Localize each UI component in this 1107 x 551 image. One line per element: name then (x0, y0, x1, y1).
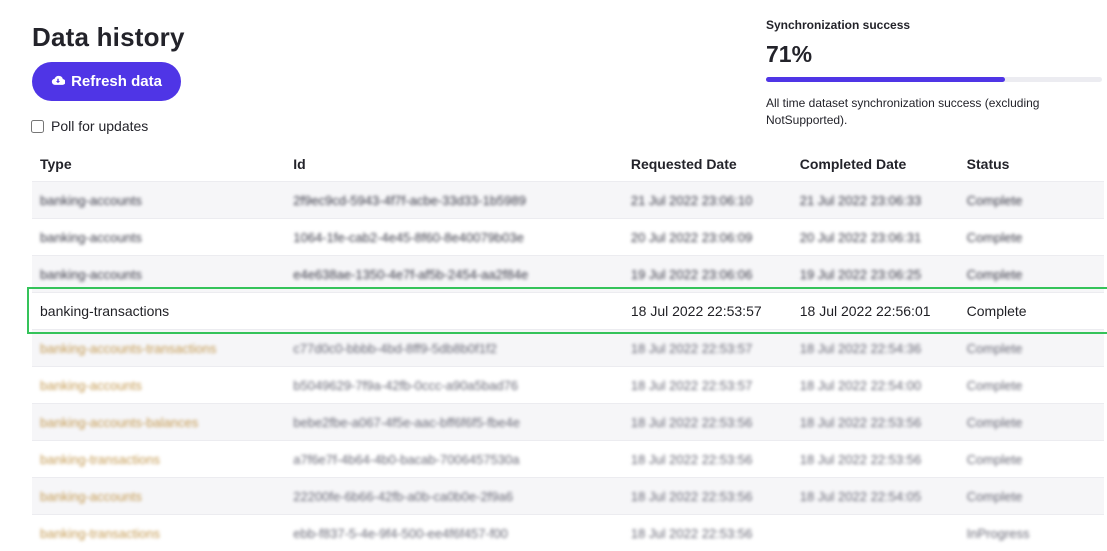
column-header-completed-date[interactable]: Completed Date (792, 156, 959, 172)
status-cell: Complete (966, 488, 1023, 504)
table-row[interactable]: banking-transactions ebb-f837-5-4e-9f4-50… (32, 514, 1104, 551)
table-body: banking-accounts 2f9ec9cd-5943-4f7f-acbe-… (27, 181, 1107, 551)
requested-date-cell: 19 Jul 2022 23:06:06 (630, 266, 753, 282)
completed-date-cell: 18 Jul 2022 22:54:05 (799, 488, 922, 504)
status-cell: InProgress (966, 525, 1030, 541)
requested-date-cell: 20 Jul 2022 23:06:09 (630, 229, 753, 245)
requested-date-cell: 18 Jul 2022 22:53:56 (630, 451, 753, 467)
column-header-id[interactable]: Id (285, 156, 623, 172)
status-cell: Complete (966, 451, 1023, 467)
completed-date-cell: 18 Jul 2022 22:53:56 (799, 414, 922, 430)
status-cell: Complete (966, 340, 1023, 356)
status-cell: Complete (966, 414, 1023, 430)
sync-success-value: 71% (766, 41, 813, 67)
page-title: Data history (32, 22, 185, 52)
status-cell: Complete (966, 266, 1023, 282)
cloud-download-icon (51, 73, 66, 91)
id-cell: e4e638ae-1350-4e7f-af5b-2454-aa2f84e (293, 266, 529, 282)
requested-date-cell: 18 Jul 2022 22:53:57 (630, 303, 762, 319)
id-cell: c77d0c0-bbbb-4bd-8ff9-5db8b0f1f2 (293, 340, 497, 356)
sync-success-panel: Synchronization success 71% All time dat… (766, 18, 1102, 129)
table-row[interactable]: banking-accounts 1064-1fe-cab2-4e45-8f60-… (32, 218, 1104, 255)
table-row[interactable]: banking-accounts 2f9ec9cd-5943-4f7f-acbe-… (32, 181, 1104, 218)
completed-date-cell: 21 Jul 2022 23:06:33 (799, 192, 922, 208)
column-header-status[interactable]: Status (959, 156, 1104, 172)
poll-for-updates-label: Poll for updates (51, 118, 149, 134)
table-row[interactable]: banking-accounts-balances bebe2fbe-a067-4… (32, 403, 1104, 440)
status-cell: Complete (966, 229, 1023, 245)
id-cell: 2f9ec9cd-5943-4f7f-acbe-33d33-1b5989 (293, 192, 526, 208)
completed-date-cell: 19 Jul 2022 23:06:25 (799, 266, 922, 282)
column-header-type[interactable]: Type (32, 156, 285, 172)
requested-date-cell: 18 Jul 2022 22:53:57 (630, 377, 753, 393)
type-cell: banking-accounts (40, 229, 142, 245)
completed-date-cell: 18 Jul 2022 22:56:01 (799, 303, 931, 319)
type-cell: banking-transactions (40, 525, 160, 541)
type-cell: banking-accounts (40, 488, 142, 504)
type-cell: banking-accounts-balances (40, 414, 199, 430)
table-row[interactable]: banking-transactions a7f6e7f-4b64-4b0-bac… (32, 440, 1104, 477)
refresh-data-label: Refresh data (71, 73, 162, 90)
id-cell: b5049629-7f9a-42fb-0ccc-a90a5bad76 (293, 377, 519, 393)
poll-for-updates-checkbox[interactable] (31, 119, 44, 133)
completed-date-cell: 18 Jul 2022 22:54:00 (799, 377, 922, 393)
id-cell: 1064-1fe-cab2-4e45-8f60-8e40079b03e (293, 229, 524, 245)
table-row[interactable]: banking-transactions 18 Jul 2022 22:53:57… (27, 287, 1107, 334)
sync-success-description: All time dataset synchronization success… (766, 96, 1040, 127)
data-history-table: Type Id Requested Date Completed Date St… (27, 146, 1107, 551)
column-header-requested-date[interactable]: Requested Date (623, 156, 792, 172)
type-cell: banking-accounts (40, 266, 142, 282)
id-cell: bebe2fbe-a067-4f5e-aac-bff6f6f5-fbe4e (293, 414, 520, 430)
type-cell: banking-accounts-transactions (40, 340, 217, 356)
status-cell: Complete (966, 192, 1023, 208)
id-cell: ebb-f837-5-4e-9f4-500-ee4f6f457-f00 (293, 525, 508, 541)
id-cell: a7f6e7f-4b64-4b0-bacab-7006457530a (293, 451, 520, 467)
requested-date-cell: 18 Jul 2022 22:53:56 (630, 488, 753, 504)
completed-date-cell: 20 Jul 2022 23:06:31 (799, 229, 922, 245)
type-cell: banking-transactions (40, 451, 160, 467)
requested-date-cell: 18 Jul 2022 22:53:56 (630, 525, 753, 541)
table-row[interactable]: banking-accounts e4e638ae-1350-4e7f-af5b-… (32, 255, 1104, 292)
type-cell: banking-transactions (40, 303, 170, 319)
sync-progress-bar (766, 77, 1102, 82)
completed-date-cell: 18 Jul 2022 22:53:56 (799, 451, 922, 467)
table-row[interactable]: banking-accounts-transactions c77d0c0-bbb… (32, 329, 1104, 366)
refresh-data-button[interactable]: Refresh data (32, 62, 181, 101)
table-header: Type Id Requested Date Completed Date St… (32, 146, 1104, 181)
sync-progress-fill (766, 77, 1005, 82)
status-cell: Complete (966, 303, 1027, 319)
requested-date-cell: 18 Jul 2022 22:53:56 (630, 414, 753, 430)
requested-date-cell: 18 Jul 2022 22:53:57 (630, 340, 753, 356)
type-cell: banking-accounts (40, 192, 142, 208)
table-row[interactable]: banking-accounts 22200fe-6b66-42fb-a0b-ca… (32, 477, 1104, 514)
status-cell: Complete (966, 377, 1023, 393)
table-row[interactable]: banking-accounts b5049629-7f9a-42fb-0ccc-… (32, 366, 1104, 403)
poll-for-updates[interactable]: Poll for updates (31, 118, 148, 134)
id-cell: 22200fe-6b66-42fb-a0b-ca0b0e-2f9a6 (293, 488, 513, 504)
completed-date-cell: 18 Jul 2022 22:54:36 (799, 340, 922, 356)
requested-date-cell: 21 Jul 2022 23:06:10 (630, 192, 753, 208)
type-cell: banking-accounts (40, 377, 142, 393)
sync-success-label: Synchronization success (766, 18, 911, 32)
